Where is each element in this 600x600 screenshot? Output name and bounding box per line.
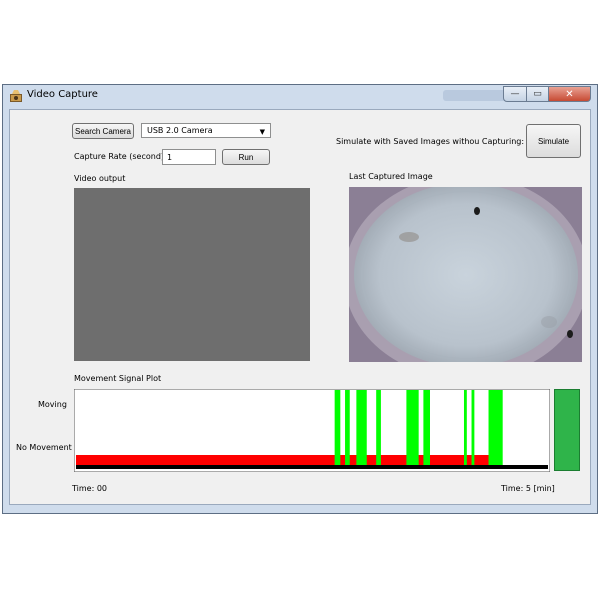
dish-image xyxy=(349,187,582,362)
minimize-button[interactable]: — xyxy=(503,86,527,102)
moving-bar xyxy=(334,390,341,465)
camera-app-icon xyxy=(10,90,22,102)
moving-bar xyxy=(345,390,350,465)
simulate-description: Simulate with Saved Images withou Captur… xyxy=(336,137,525,146)
window-title: Video Capture xyxy=(27,89,98,100)
movement-signal-plot xyxy=(74,389,550,472)
camera-select-value: USB 2.0 Camera xyxy=(147,126,213,135)
simulate-button[interactable]: Simulate xyxy=(526,124,581,158)
moving-bar xyxy=(356,390,367,465)
capture-rate-input[interactable] xyxy=(162,149,216,165)
client-area: Search Camera USB 2.0 Camera ▼ Capture R… xyxy=(9,109,591,505)
no-movement-bar xyxy=(76,455,497,465)
movement-status-indicator xyxy=(554,389,580,471)
movement-plot-label: Movement Signal Plot xyxy=(74,374,162,383)
moving-bar xyxy=(423,390,430,465)
video-output-label: Video output xyxy=(74,174,126,183)
moving-bar xyxy=(406,390,419,465)
capture-rate-label: Capture Rate (second): xyxy=(74,152,167,161)
title-bar[interactable]: Video Capture — ▭ ✕ xyxy=(3,85,597,107)
moving-bar xyxy=(471,390,475,465)
time-start-label: Time: 00 xyxy=(72,484,107,493)
baseline-axis xyxy=(76,465,548,469)
dropdown-arrow-icon: ▼ xyxy=(259,128,265,136)
moving-bar xyxy=(488,390,503,465)
run-button[interactable]: Run xyxy=(222,149,270,165)
moving-axis-label: Moving xyxy=(38,400,67,409)
last-captured-image xyxy=(349,187,582,362)
moving-bar xyxy=(463,390,467,465)
video-output-panel xyxy=(74,188,310,361)
close-button[interactable]: ✕ xyxy=(549,86,591,102)
last-captured-label: Last Captured Image xyxy=(349,172,433,181)
moving-bar xyxy=(376,390,381,465)
time-end-label: Time: 5 [min] xyxy=(501,484,555,493)
camera-select[interactable]: USB 2.0 Camera ▼ xyxy=(141,123,271,138)
no-movement-axis-label: No Movement xyxy=(16,443,72,452)
maximize-button[interactable]: ▭ xyxy=(527,86,549,102)
search-camera-button[interactable]: Search Camera xyxy=(72,123,134,139)
video-capture-window: Video Capture — ▭ ✕ Search Camera USB 2.… xyxy=(2,84,598,514)
